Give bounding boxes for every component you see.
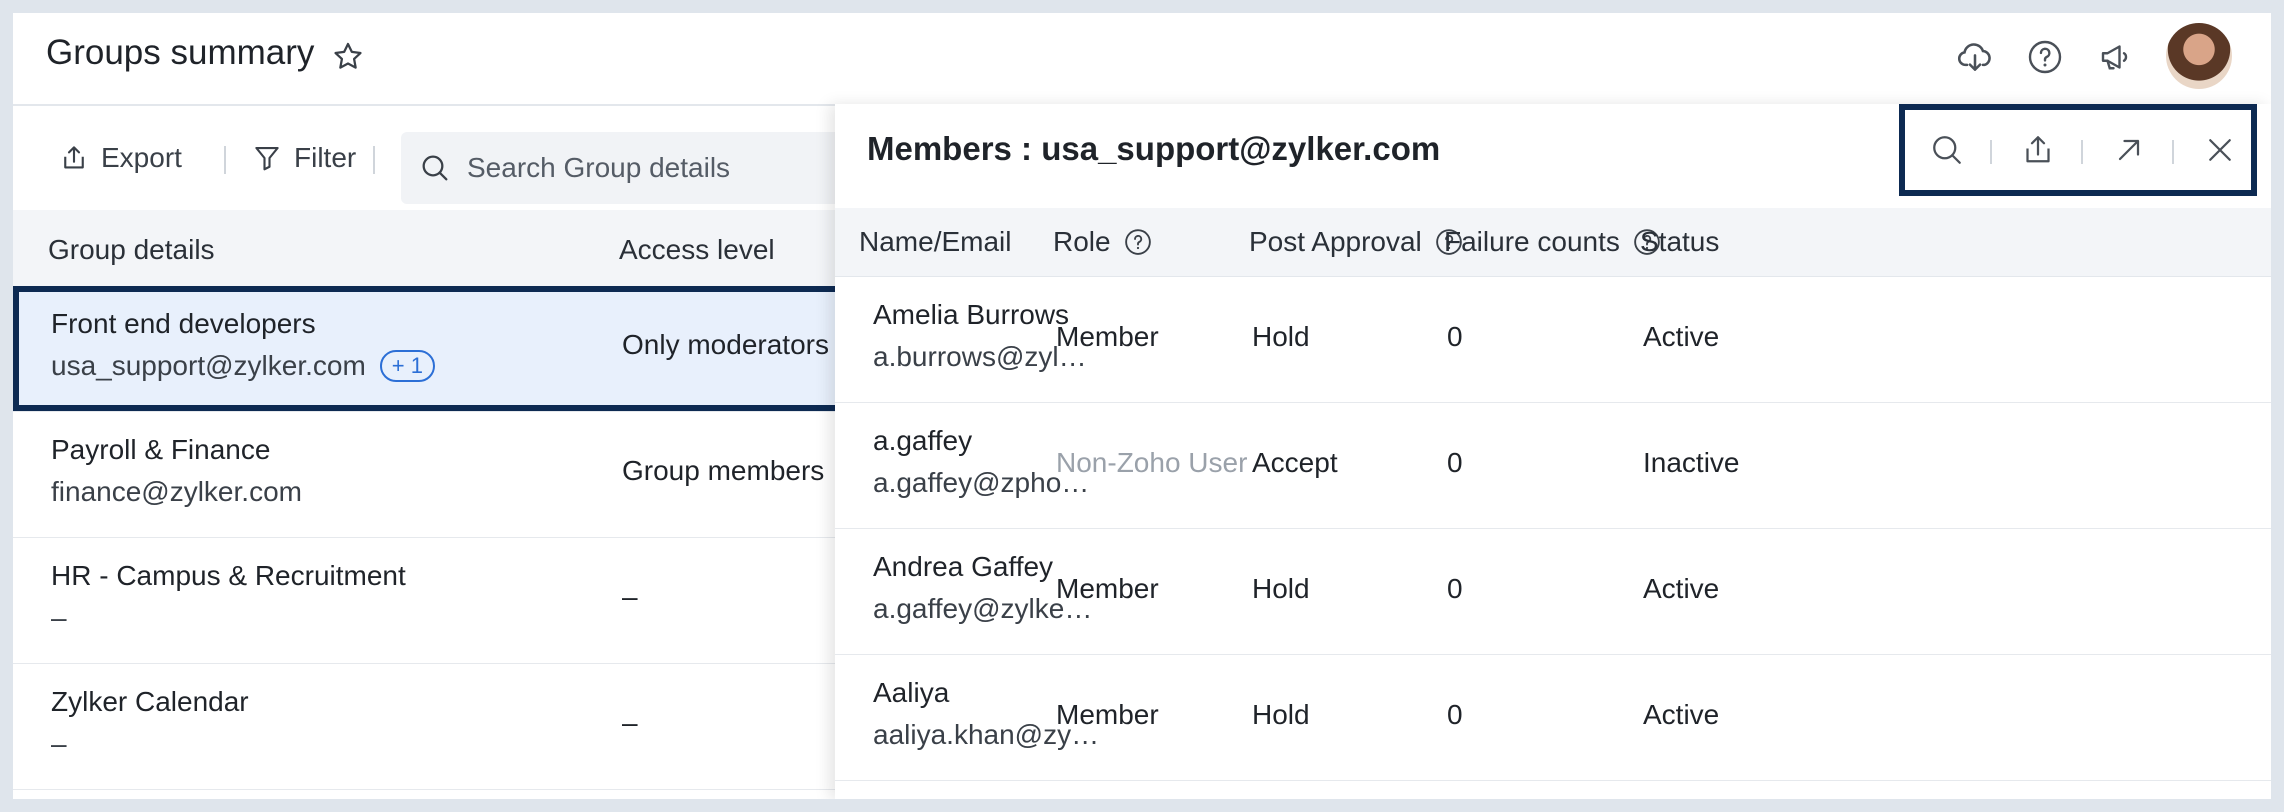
- share-icon[interactable]: [2018, 130, 2058, 170]
- group-name: Zylker Calendar: [51, 686, 249, 717]
- group-access-level: –: [622, 581, 638, 612]
- group-access-level: Only moderators: [622, 329, 829, 360]
- divider: [224, 146, 226, 174]
- column-label: Failure counts: [1444, 226, 1620, 257]
- panel-actions-highlight: [1899, 104, 2257, 196]
- member-post-approval: Hold: [1252, 699, 1310, 730]
- member-status: Active: [1643, 699, 1720, 730]
- member-row[interactable]: a.gaffey a.gaffey@zpho… Non-Zoho User Ac…: [835, 403, 2271, 529]
- filter-button[interactable]: Filter: [252, 138, 356, 178]
- member-row[interactable]: Andrea Gaffey a.gaffey@zylke… Member Hol…: [835, 529, 2271, 655]
- app-window: Groups summary Export Filter Search Grou…: [13, 13, 2271, 799]
- column-header-post-approval[interactable]: Post Approval: [1249, 226, 1464, 258]
- close-icon[interactable]: [2200, 130, 2240, 170]
- group-name: Payroll & Finance: [51, 434, 271, 465]
- search-icon: [419, 152, 451, 184]
- group-row[interactable]: HR - Campus & Recruitment – –: [13, 538, 843, 664]
- help-icon[interactable]: [1123, 227, 1153, 257]
- group-name: Front end developers: [51, 308, 316, 339]
- member-name: Aaliya: [873, 677, 950, 708]
- avatar[interactable]: [2166, 23, 2232, 89]
- members-panel: Members : usa_support@zylker.com Name/Em…: [835, 104, 2271, 799]
- column-header-role[interactable]: Role: [1053, 226, 1153, 258]
- group-row[interactable]: Front end developers usa_support@zylker.…: [13, 286, 843, 412]
- expand-icon[interactable]: [2109, 130, 2149, 170]
- filter-label: Filter: [294, 142, 357, 173]
- star-icon[interactable]: [331, 40, 365, 74]
- member-name: Amelia Burrows: [873, 299, 1070, 330]
- member-role: Member: [1056, 699, 1159, 730]
- member-post-approval: Hold: [1252, 573, 1310, 604]
- member-status: Inactive: [1643, 447, 1740, 478]
- member-failure-count: 0: [1447, 573, 1463, 604]
- column-label: Status: [1640, 226, 1720, 257]
- group-access-level: –: [622, 707, 638, 738]
- search-icon[interactable]: [1927, 130, 1967, 170]
- cloud-download-icon[interactable]: [1953, 35, 1997, 79]
- member-role: Non-Zoho User: [1056, 447, 1248, 478]
- group-row[interactable]: Zylker Calendar – –: [13, 664, 843, 790]
- members-table-header: Name/Email Role Post Approval Failure co…: [835, 208, 2271, 277]
- column-header-failure-counts[interactable]: Failure counts: [1444, 226, 1662, 258]
- member-status: Active: [1643, 573, 1720, 604]
- member-status: Active: [1643, 321, 1720, 352]
- group-name: HR - Campus & Recruitment: [51, 560, 406, 591]
- column-header-name-email[interactable]: Name/Email: [859, 226, 1011, 258]
- alias-count-badge[interactable]: + 1: [379, 350, 435, 382]
- member-post-approval: Hold: [1252, 321, 1310, 352]
- column-header-status[interactable]: Status: [1640, 226, 1719, 258]
- group-email: usa_support@zylker.com: [51, 350, 366, 381]
- member-role: Member: [1056, 321, 1159, 352]
- column-label: Role: [1053, 226, 1111, 257]
- column-header-access-level[interactable]: Access level: [619, 234, 775, 266]
- group-row[interactable]: Payroll & Finance finance@zylker.com Gro…: [13, 412, 843, 538]
- group-access-level: Group members: [622, 455, 825, 486]
- divider: [2081, 140, 2083, 164]
- search-input[interactable]: [465, 151, 849, 185]
- members-panel-title: Members : usa_support@zylker.com: [867, 130, 1441, 167]
- member-failure-count: 0: [1447, 321, 1463, 352]
- member-name: a.gaffey: [873, 425, 973, 456]
- group-email-line: usa_support@zylker.com + 1: [51, 350, 435, 382]
- divider: [2172, 140, 2174, 164]
- divider: [373, 146, 375, 174]
- group-email: –: [51, 728, 67, 759]
- member-name: Andrea Gaffey: [873, 551, 1054, 582]
- member-row[interactable]: Amelia Burrows a.burrows@zyl… Member Hol…: [835, 277, 2271, 403]
- page-header: Groups summary: [13, 13, 2271, 106]
- announcement-icon[interactable]: [2093, 35, 2137, 79]
- group-email: finance@zylker.com: [51, 476, 302, 507]
- column-label: Post Approval: [1249, 226, 1422, 257]
- upload-icon: [59, 143, 89, 173]
- member-post-approval: Accept: [1252, 447, 1338, 478]
- search-group-box[interactable]: [401, 132, 861, 204]
- group-email: –: [51, 602, 67, 633]
- export-label: Export: [101, 142, 182, 173]
- help-icon[interactable]: [2023, 35, 2067, 79]
- member-row[interactable]: Aaliya aaliya.khan@zy… Member Hold 0 Act…: [835, 655, 2271, 781]
- member-email: a.burrows@zyl…: [873, 341, 1087, 372]
- page-title: Groups summary: [46, 33, 315, 72]
- column-label: Name/Email: [859, 226, 1012, 257]
- filter-icon: [252, 143, 282, 173]
- export-button[interactable]: Export: [59, 138, 182, 178]
- member-role: Member: [1056, 573, 1159, 604]
- divider: [1990, 140, 1992, 164]
- member-failure-count: 0: [1447, 447, 1463, 478]
- member-failure-count: 0: [1447, 699, 1463, 730]
- column-header-group-details[interactable]: Group details: [48, 234, 215, 266]
